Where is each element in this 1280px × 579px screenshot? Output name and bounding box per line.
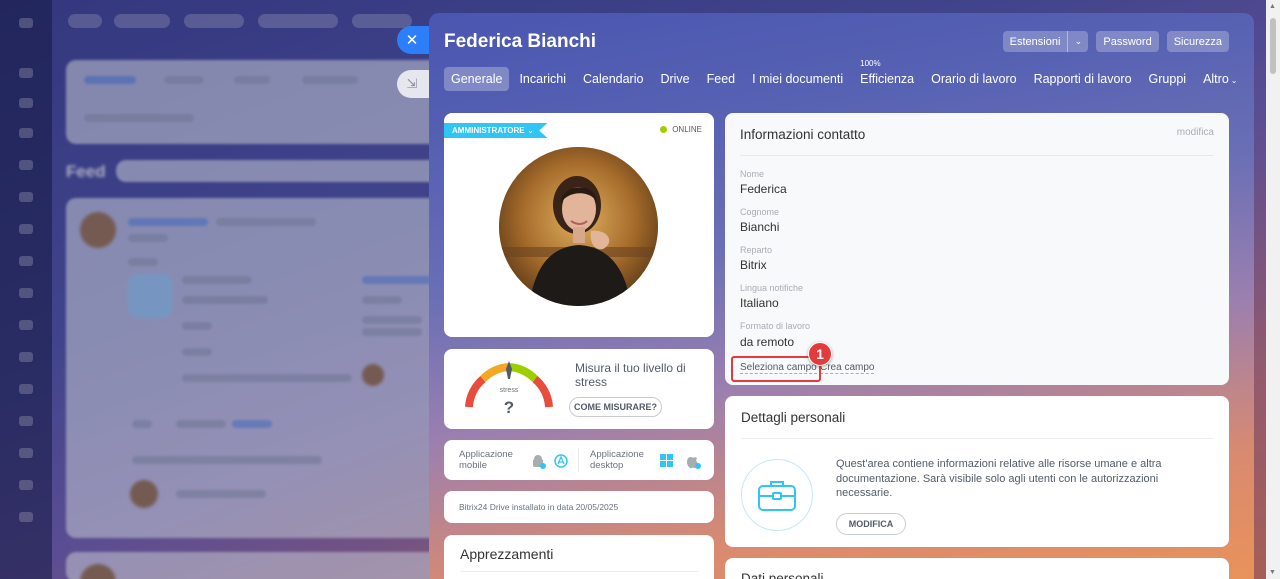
- desktop-app-link[interactable]: Applicazione desktop: [590, 449, 644, 471]
- tab-efficienza[interactable]: 100% Efficienza: [853, 59, 921, 91]
- field-value-reparto: Bitrix: [740, 258, 767, 272]
- online-status: ONLINE: [660, 125, 702, 134]
- desktop-app-label-line2: desktop: [590, 460, 624, 471]
- tab-altro-label: Altro: [1203, 72, 1229, 86]
- status-dot-icon: [660, 126, 668, 133]
- profile-tabs: Generale Incarichi Calendario Drive Feed…: [444, 59, 1247, 91]
- create-field-link[interactable]: Crea campo: [820, 362, 875, 374]
- divider: [740, 155, 1214, 156]
- contact-info-title: Informazioni contatto: [740, 127, 866, 142]
- role-badge[interactable]: AMMINISTRATORE ⌄: [444, 123, 548, 138]
- personal-details-card: Dettagli personali Quest'area contiene i…: [725, 396, 1229, 547]
- briefcase-icon: [741, 459, 813, 531]
- chevron-down-icon: ⌄: [527, 127, 534, 135]
- field-label-reparto: Reparto: [740, 245, 773, 255]
- efficiency-percent: 100%: [860, 59, 881, 68]
- minimize-slider-button[interactable]: ⇲: [397, 70, 433, 98]
- field-value-formato: da remoto: [740, 335, 795, 349]
- field-value-lingua: Italiano: [740, 296, 779, 310]
- scroll-up-icon[interactable]: ▲: [1269, 3, 1276, 10]
- field-label-formato: Formato di lavoro: [740, 321, 811, 331]
- drive-card: Bitrix24 Drive installato in data 20/05/…: [444, 491, 714, 523]
- personal-data-title: Dati personali: [741, 571, 824, 579]
- field-value-cognome: Bianchi: [740, 220, 780, 234]
- divider: [741, 438, 1213, 439]
- top-actions: Estensioni ⌄ Password Sicurezza: [1002, 31, 1229, 52]
- field-label-nome: Nome: [740, 169, 765, 179]
- avatar-photo: [499, 147, 658, 306]
- gauge-label: stress: [500, 387, 519, 394]
- drive-install-info: Bitrix24 Drive installato in data 20/05/…: [459, 502, 619, 512]
- tab-miei-documenti[interactable]: I miei documenti: [745, 67, 850, 91]
- status-label: ONLINE: [672, 125, 702, 134]
- app-store-icon[interactable]: [554, 454, 568, 471]
- android-icon[interactable]: [530, 454, 546, 473]
- tab-drive[interactable]: Drive: [653, 67, 696, 91]
- profile-slider-panel: Federica Bianchi Estensioni ⌄ Password S…: [429, 13, 1254, 579]
- mobile-app-label-line1: Applicazione: [459, 449, 513, 460]
- minimize-icon: ⇲: [406, 76, 418, 91]
- profile-card: AMMINISTRATORE ⌄ ONLINE: [444, 113, 714, 337]
- divider: [460, 571, 698, 572]
- personal-details-title: Dettagli personali: [741, 410, 846, 425]
- password-button[interactable]: Password: [1096, 31, 1159, 52]
- field-label-lingua: Lingua notifiche: [740, 283, 804, 293]
- tab-gruppi[interactable]: Gruppi: [1142, 67, 1194, 91]
- tab-incarichi[interactable]: Incarichi: [512, 67, 573, 91]
- stress-description: Misura il tuo livello di stress: [575, 361, 686, 389]
- personal-data-card: Dati personali: [725, 558, 1229, 579]
- stress-card: stress ? Misura il tuo livello di stress…: [444, 349, 714, 429]
- chevron-down-icon[interactable]: ⌄: [1068, 31, 1088, 52]
- tab-altro[interactable]: Altro ⌄: [1196, 67, 1244, 91]
- select-field-link[interactable]: Seleziona campo: [740, 362, 817, 374]
- desktop-app-label-line1: Applicazione: [590, 449, 644, 460]
- tab-orario-lavoro[interactable]: Orario di lavoro: [924, 67, 1023, 91]
- avatar[interactable]: [499, 147, 658, 306]
- tab-rapporti-lavoro[interactable]: Rapporti di lavoro: [1027, 67, 1139, 91]
- close-slider-button[interactable]: ✕: [397, 26, 433, 54]
- scroll-down-icon[interactable]: ▼: [1269, 569, 1276, 576]
- edit-personal-details-button[interactable]: MODIFICA: [836, 513, 906, 535]
- stress-gauge-icon: stress ?: [465, 361, 553, 417]
- how-to-measure-button[interactable]: COME MISURARE?: [569, 397, 662, 417]
- close-icon: ✕: [405, 32, 419, 49]
- apps-divider: [578, 448, 579, 472]
- apple-icon[interactable]: [685, 454, 701, 473]
- page-title: Federica Bianchi: [444, 31, 597, 52]
- appreciations-card: Apprezzamenti: [444, 535, 714, 579]
- extensions-label[interactable]: Estensioni: [1003, 31, 1069, 52]
- personal-details-description: Quest'area contiene informazioni relativ…: [836, 458, 1162, 499]
- page-scrollbar[interactable]: ▲ ▼: [1266, 0, 1280, 579]
- gauge-value: ?: [504, 398, 514, 417]
- field-label-cognome: Cognome: [740, 207, 780, 217]
- mobile-app-link[interactable]: Applicazione mobile: [459, 449, 513, 471]
- extensions-button[interactable]: Estensioni ⌄: [1002, 31, 1089, 52]
- role-badge-label: AMMINISTRATORE: [452, 126, 525, 135]
- tab-calendario[interactable]: Calendario: [576, 67, 650, 91]
- scrollbar-thumb[interactable]: [1270, 18, 1276, 74]
- contact-info-card: Informazioni contatto modifica Nome Fede…: [725, 113, 1229, 385]
- field-value-nome: Federica: [740, 182, 787, 196]
- tab-generale[interactable]: Generale: [444, 67, 510, 91]
- annotation-marker: 1: [808, 342, 832, 366]
- security-button[interactable]: Sicurezza: [1166, 31, 1229, 52]
- tab-feed[interactable]: Feed: [700, 67, 743, 91]
- contact-edit-link[interactable]: modifica: [1177, 127, 1214, 138]
- chevron-down-icon: ⌄: [1230, 76, 1238, 85]
- mobile-app-label-line2: mobile: [459, 460, 487, 471]
- windows-icon[interactable]: [660, 454, 673, 470]
- apps-card: Applicazione mobile Applicazione desktop: [444, 440, 714, 480]
- appreciations-title: Apprezzamenti: [460, 546, 554, 562]
- tab-efficienza-label: Efficienza: [860, 72, 915, 86]
